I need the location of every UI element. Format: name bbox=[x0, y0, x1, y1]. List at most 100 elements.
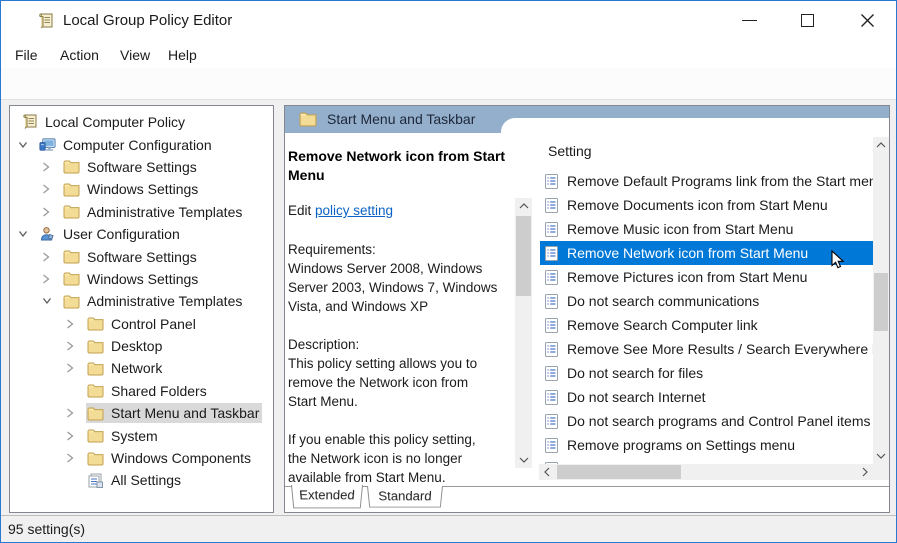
scrollbar-thumb[interactable] bbox=[557, 465, 681, 479]
tree-expander[interactable] bbox=[42, 274, 62, 284]
tree-item-body[interactable]: Administrative Templates bbox=[62, 202, 245, 222]
scroll-up-button[interactable] bbox=[515, 198, 532, 214]
tree-item-body[interactable]: Windows Components bbox=[86, 448, 254, 468]
chevron-right-icon bbox=[66, 319, 74, 329]
scrollbar-thumb[interactable] bbox=[516, 216, 531, 296]
tree-item-software-settings[interactable]: Software Settings bbox=[10, 245, 273, 267]
list-item-setting[interactable]: Do not search for files bbox=[540, 361, 873, 385]
edit-policy-line: Edit policy setting bbox=[288, 201, 528, 220]
tree-item-body[interactable]: All Settings bbox=[86, 470, 184, 490]
view-tab-strip: Extended Standard bbox=[285, 486, 889, 512]
list-item-label: Do not search Internet bbox=[567, 389, 706, 405]
list-item-setting[interactable]: Remove See More Results / Search Everywh… bbox=[540, 337, 873, 361]
scroll-down-button[interactable] bbox=[515, 452, 532, 468]
tree-item-shared-folders[interactable]: Shared Folders bbox=[10, 380, 273, 402]
tree-item-desktop[interactable]: Desktop bbox=[10, 335, 273, 357]
tree-expander[interactable] bbox=[66, 341, 86, 351]
list-item-setting[interactable]: Do not search programs and Control Panel… bbox=[540, 409, 873, 433]
tree-item-system[interactable]: System bbox=[10, 424, 273, 446]
list-item-setting[interactable]: Remove Pictures icon from Start Menu bbox=[540, 265, 873, 289]
tree-item-computer-configuration[interactable]: Computer Configuration bbox=[10, 133, 273, 155]
tree-item-all-settings[interactable]: All Settings bbox=[10, 469, 273, 491]
tab-extended[interactable]: Extended bbox=[291, 485, 363, 508]
list-item-label: Remove programs on Settings menu bbox=[567, 437, 795, 453]
list-horizontal-scrollbar[interactable] bbox=[539, 464, 873, 480]
list-vertical-scrollbar[interactable] bbox=[873, 137, 889, 464]
tree-item-administrative-templates[interactable]: Administrative Templates bbox=[10, 290, 273, 312]
scrollbar-thumb[interactable] bbox=[874, 273, 888, 331]
tree-item-windows-components[interactable]: Windows Components bbox=[10, 447, 273, 469]
tree-expander[interactable] bbox=[66, 363, 86, 373]
scroll-left-button[interactable] bbox=[539, 464, 555, 480]
tree-expander[interactable] bbox=[66, 431, 86, 441]
tree-item-body[interactable]: Shared Folders bbox=[86, 381, 210, 401]
setting-column-header[interactable]: Setting bbox=[548, 140, 748, 162]
tree-item-local-computer-policy[interactable]: Local Computer Policy bbox=[10, 111, 273, 133]
list-item-label: Do not search communications bbox=[567, 293, 759, 309]
tree-expander[interactable] bbox=[42, 252, 62, 262]
tree-item-body[interactable]: Windows Settings bbox=[62, 179, 201, 199]
edit-prefix: Edit bbox=[288, 203, 315, 218]
tab-standard[interactable]: Standard bbox=[367, 486, 443, 508]
menu-file[interactable]: File bbox=[15, 45, 38, 65]
tree-item-body[interactable]: System bbox=[86, 426, 161, 446]
tree-item-body[interactable]: Windows Settings bbox=[62, 269, 201, 289]
policy-setting-icon bbox=[545, 366, 558, 381]
tree-item-control-panel[interactable]: Control Panel bbox=[10, 313, 273, 335]
scroll-up-button[interactable] bbox=[873, 137, 889, 153]
scroll-down-button[interactable] bbox=[873, 448, 889, 464]
folder-icon bbox=[87, 428, 104, 444]
tree-item-windows-settings[interactable]: Windows Settings bbox=[10, 178, 273, 200]
list-item-setting[interactable]: Remove programs on Settings menu bbox=[540, 433, 873, 457]
tree-item-body[interactable]: Administrative Templates bbox=[62, 291, 245, 311]
tree-item-body[interactable]: Desktop bbox=[86, 336, 165, 356]
user-icon bbox=[39, 226, 56, 242]
tree-item-body[interactable]: Local Computer Policy bbox=[20, 112, 188, 132]
list-item-setting[interactable]: Do not search communications bbox=[540, 289, 873, 313]
tree-item-label: Software Settings bbox=[87, 159, 197, 175]
list-item-setting[interactable]: Remove Search Computer link bbox=[540, 313, 873, 337]
list-item-setting[interactable]: Remove Network icon from Start Menu bbox=[540, 241, 873, 265]
tree-item-body[interactable]: Software Settings bbox=[62, 157, 200, 177]
tree-expander[interactable] bbox=[18, 141, 38, 149]
tree-expander[interactable] bbox=[42, 297, 62, 305]
scroll-right-button[interactable] bbox=[857, 464, 873, 480]
list-item-setting[interactable]: Remove Documents icon from Start Menu bbox=[540, 193, 873, 217]
policy-title: Remove Network icon from Start Menu bbox=[288, 147, 524, 185]
menu-help[interactable]: Help bbox=[168, 45, 197, 65]
tree-item-network[interactable]: Network bbox=[10, 357, 273, 379]
tree-expander[interactable] bbox=[18, 230, 38, 238]
tree-item-body[interactable]: User Configuration bbox=[38, 224, 183, 244]
tree-item-body[interactable]: Control Panel bbox=[86, 314, 199, 334]
folder-icon bbox=[87, 450, 104, 466]
tree-item-label: All Settings bbox=[111, 472, 181, 488]
policy-setting-link[interactable]: policy setting bbox=[315, 203, 393, 218]
tree-expander[interactable] bbox=[42, 162, 62, 172]
tree-expander[interactable] bbox=[42, 184, 62, 194]
tree-item-body[interactable]: Network bbox=[86, 358, 165, 378]
tree-item-body[interactable]: Software Settings bbox=[62, 247, 200, 267]
titlebar[interactable]: Local Group Policy Editor bbox=[1, 1, 896, 41]
tree-item-administrative-templates[interactable]: Administrative Templates bbox=[10, 201, 273, 223]
tree-item-software-settings[interactable]: Software Settings bbox=[10, 156, 273, 178]
tree-item-body[interactable]: Computer Configuration bbox=[38, 135, 215, 155]
tree-item-user-configuration[interactable]: User Configuration bbox=[10, 223, 273, 245]
tree-expander[interactable] bbox=[66, 408, 86, 418]
tree-expander[interactable] bbox=[42, 207, 62, 217]
description-scrollbar[interactable] bbox=[515, 198, 532, 468]
list-item-setting[interactable]: Do not search Internet bbox=[540, 385, 873, 409]
tree-expander[interactable] bbox=[66, 453, 86, 463]
close-button[interactable] bbox=[844, 1, 890, 40]
list-item-setting[interactable]: Remove Default Programs link from the St… bbox=[540, 169, 873, 193]
list-item-setting[interactable]: Remove Music icon from Start Menu bbox=[540, 217, 873, 241]
tree-item-start-menu-and-taskbar[interactable]: Start Menu and Taskbar bbox=[10, 402, 273, 424]
tree-expander[interactable] bbox=[66, 319, 86, 329]
tree-selection[interactable]: Start Menu and Taskbar bbox=[86, 403, 262, 423]
maximize-button[interactable] bbox=[784, 1, 830, 40]
menu-action[interactable]: Action bbox=[60, 45, 99, 65]
minimize-button[interactable] bbox=[726, 1, 772, 40]
folder-icon bbox=[87, 316, 104, 332]
menu-view[interactable]: View bbox=[120, 45, 150, 65]
tree-item-label: Control Panel bbox=[111, 316, 196, 332]
tree-item-windows-settings[interactable]: Windows Settings bbox=[10, 268, 273, 290]
